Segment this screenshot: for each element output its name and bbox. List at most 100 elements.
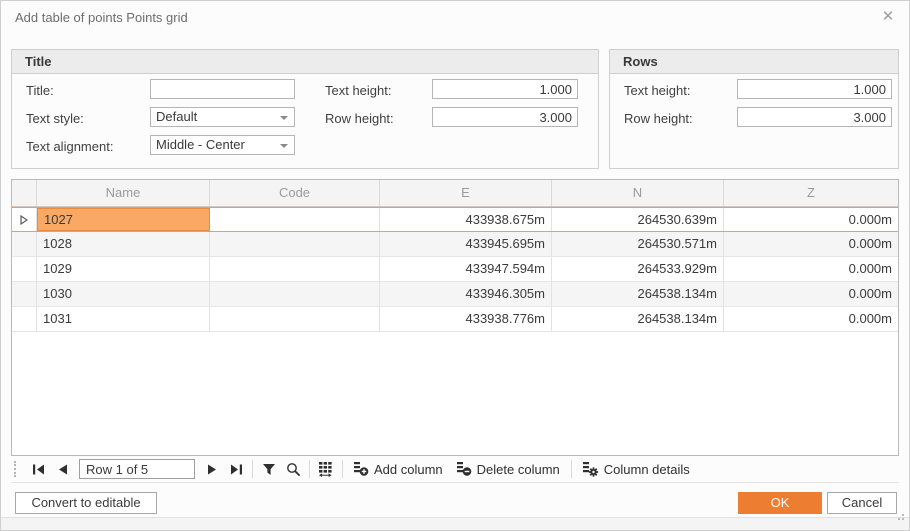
toolbar-separator: [342, 460, 343, 478]
cell-e[interactable]: 433938.776m: [380, 307, 552, 331]
column-details-button[interactable]: Column details: [576, 458, 697, 480]
table-row[interactable]: 1027 433938.675m264530.639m0.000m: [12, 207, 898, 232]
cell-z[interactable]: 0.000m: [724, 307, 898, 331]
record-position-input[interactable]: [79, 459, 195, 479]
cell-e[interactable]: 433947.594m: [380, 257, 552, 281]
text-alignment-value: Middle - Center: [156, 137, 245, 152]
rows-row-height-label: Row height:: [624, 111, 693, 126]
rows-groupbox: Rows Text height: Row height:: [609, 49, 899, 169]
column-header-name[interactable]: Name: [37, 180, 210, 206]
cancel-button[interactable]: Cancel: [827, 492, 897, 514]
previous-record-button[interactable]: [50, 458, 74, 480]
chevron-down-icon: [280, 144, 288, 148]
title-row-height-input[interactable]: [432, 107, 578, 127]
search-button[interactable]: [281, 458, 305, 480]
text-alignment-dropdown[interactable]: Middle - Center: [150, 135, 295, 155]
rows-group-header: Rows: [610, 50, 898, 74]
filter-button[interactable]: [257, 458, 281, 480]
cell-code[interactable]: [210, 257, 380, 281]
grid-header-row: Name Code E N Z: [12, 180, 898, 207]
last-record-icon: [230, 464, 243, 475]
row-selector-header: [12, 180, 37, 206]
rows-row-height-input[interactable]: [737, 107, 892, 127]
dialog-titlebar: Add table of points Points grid ✕: [1, 1, 909, 35]
dialog-title: Add table of points Points grid: [15, 10, 188, 25]
search-icon: [286, 462, 301, 477]
best-fit-columns-button[interactable]: [314, 458, 338, 480]
cell-code[interactable]: [210, 307, 380, 331]
toolbar-separator: [309, 460, 310, 478]
cell-e[interactable]: 433938.675m: [380, 208, 552, 231]
convert-to-editable-button[interactable]: Convert to editable: [15, 492, 157, 514]
grid-toolbar: Add column Delete column Column details: [11, 456, 899, 483]
cell-n[interactable]: 264530.639m: [552, 208, 724, 231]
title-row-height-label: Row height:: [325, 111, 394, 126]
row-selector[interactable]: [12, 208, 37, 231]
table-row[interactable]: 1030 433946.305m264538.134m0.000m: [12, 282, 898, 307]
table-row[interactable]: 1028 433945.695m264530.571m0.000m: [12, 232, 898, 257]
table-row[interactable]: 1031 433938.776m264538.134m0.000m: [12, 307, 898, 332]
table-row[interactable]: 1029 433947.594m264533.929m0.000m: [12, 257, 898, 282]
cell-name[interactable]: 1031: [37, 307, 210, 331]
rows-text-height-label: Text height:: [624, 83, 691, 98]
cell-n[interactable]: 264538.134m: [552, 307, 724, 331]
delete-column-label: Delete column: [477, 462, 560, 477]
column-header-code[interactable]: Code: [210, 180, 380, 206]
resize-grip-icon[interactable]: [895, 510, 905, 528]
cell-e[interactable]: 433945.695m: [380, 232, 552, 256]
toolbar-separator: [252, 460, 253, 478]
cell-code[interactable]: [210, 232, 380, 256]
title-group-header: Title: [12, 50, 598, 74]
cell-n[interactable]: 264538.134m: [552, 282, 724, 306]
cell-name[interactable]: 1028: [37, 232, 210, 256]
add-table-of-points-dialog: Add table of points Points grid ✕ Title …: [0, 0, 910, 531]
row-selector[interactable]: [12, 232, 37, 256]
column-details-label: Column details: [604, 462, 690, 477]
title-input[interactable]: [150, 79, 295, 99]
cell-name[interactable]: 1030: [37, 282, 210, 306]
cell-name[interactable]: 1029: [37, 257, 210, 281]
row-selector[interactable]: [12, 282, 37, 306]
next-record-icon: [206, 464, 219, 475]
cell-code[interactable]: [210, 208, 380, 231]
first-record-button[interactable]: [26, 458, 50, 480]
delete-column-icon: [457, 462, 472, 476]
row-selector[interactable]: [12, 257, 37, 281]
chevron-down-icon: [280, 116, 288, 120]
fit-columns-icon: [319, 462, 334, 477]
cell-code[interactable]: [210, 282, 380, 306]
next-record-button[interactable]: [200, 458, 224, 480]
dialog-bottom-strip: [1, 517, 909, 530]
column-header-z[interactable]: Z: [724, 180, 898, 206]
delete-column-button[interactable]: Delete column: [450, 458, 567, 480]
current-row-arrow-icon: [20, 215, 28, 225]
ok-button[interactable]: OK: [738, 492, 822, 514]
cell-z[interactable]: 0.000m: [724, 282, 898, 306]
cell-z[interactable]: 0.000m: [724, 232, 898, 256]
close-icon[interactable]: ✕: [879, 8, 897, 26]
title-text-height-input[interactable]: [432, 79, 578, 99]
title-groupbox: Title Title: Text style: Default Text al…: [11, 49, 599, 169]
column-details-icon: [583, 462, 599, 477]
toolbar-grip-handle[interactable]: [14, 461, 20, 477]
add-column-button[interactable]: Add column: [347, 458, 450, 480]
filter-icon: [262, 463, 276, 476]
column-header-n[interactable]: N: [552, 180, 724, 206]
text-alignment-label: Text alignment:: [26, 139, 113, 154]
title-label: Title:: [26, 83, 54, 98]
row-selector[interactable]: [12, 307, 37, 331]
column-header-e[interactable]: E: [380, 180, 552, 206]
cell-n[interactable]: 264533.929m: [552, 257, 724, 281]
previous-record-icon: [56, 464, 69, 475]
rows-text-height-input[interactable]: [737, 79, 892, 99]
cell-z[interactable]: 0.000m: [724, 257, 898, 281]
text-style-dropdown[interactable]: Default: [150, 107, 295, 127]
points-grid: Name Code E N Z 1027 433938.675m264530.63…: [11, 179, 899, 456]
cell-name[interactable]: 1027: [37, 208, 210, 231]
last-record-button[interactable]: [224, 458, 248, 480]
cell-e[interactable]: 433946.305m: [380, 282, 552, 306]
toolbar-separator: [571, 460, 572, 478]
cell-n[interactable]: 264530.571m: [552, 232, 724, 256]
grid-rows: 1027433938.675m264530.639m0.000m10284339…: [12, 207, 898, 332]
cell-z[interactable]: 0.000m: [724, 208, 898, 231]
